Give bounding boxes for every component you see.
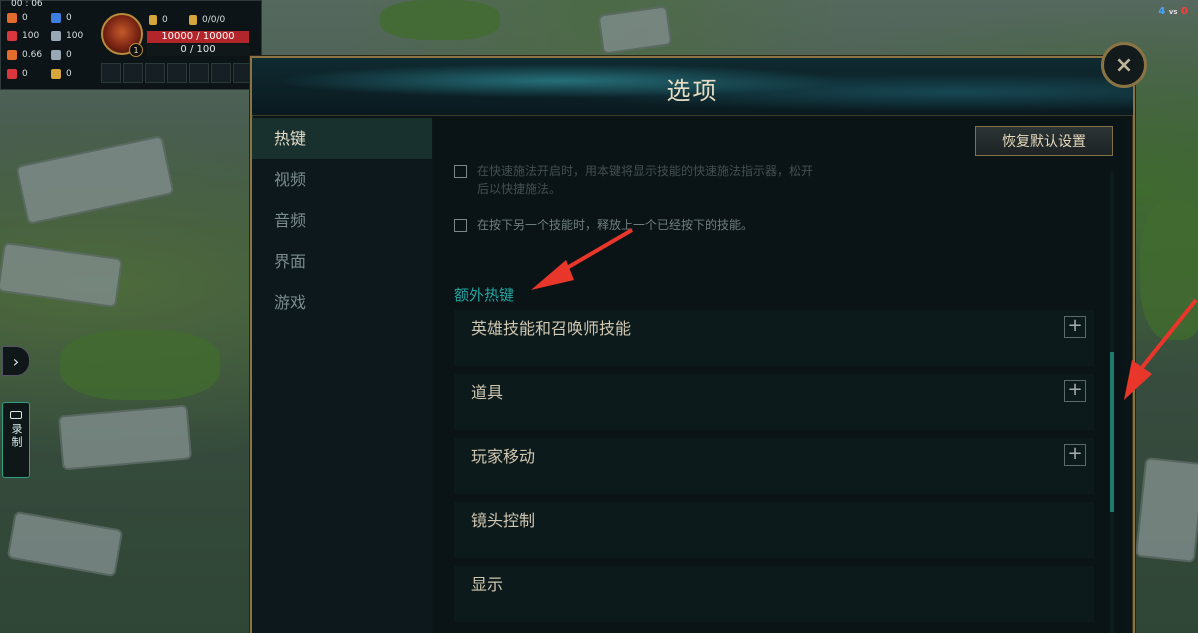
options-dialog: 选项 热键 视频 音频 界面 游戏 恢复默认设置 在快速施法开启时，用本键将显示… [250, 56, 1135, 633]
ability-power-icon [51, 13, 61, 23]
category-row-player-movement[interactable]: 玩家移动 + [454, 438, 1094, 494]
record-label: 录制 [10, 423, 23, 449]
stat-magic-resist: 100 [51, 31, 83, 41]
stat-crit: 0 [7, 69, 28, 79]
expand-plus-icon[interactable]: + [1064, 316, 1086, 338]
dialog-header: 选项 [252, 58, 1133, 116]
score-vs: vs [1168, 8, 1178, 16]
map-stone [57, 404, 193, 471]
game-timer: 00 : 06 [11, 0, 43, 9]
options-nav: 热键 视频 音频 界面 游戏 [252, 118, 432, 633]
mana-bar: 0 / 100 [147, 44, 249, 56]
expand-plus-icon[interactable]: + [1064, 444, 1086, 466]
nav-item-sound[interactable]: 音频 [252, 200, 432, 241]
map-stone [1134, 457, 1198, 563]
category-label: 英雄技能和召唤师技能 [471, 319, 632, 338]
move-speed-icon [51, 69, 61, 79]
option-row: 在按下另一个技能时，释放上一个已经按下的技能。 [454, 216, 753, 234]
map-grass [380, 0, 500, 40]
category-label: 镜头控制 [471, 511, 536, 530]
attack-damage-icon [7, 13, 17, 23]
chevron-right-icon: › [12, 351, 20, 371]
red-team-score: 0 [1181, 6, 1188, 17]
stat-move-speed: 0 [51, 69, 72, 79]
gold-icon [149, 15, 157, 25]
gold-counter: 0 [149, 15, 168, 25]
item-slot[interactable] [123, 63, 143, 83]
category-label: 道具 [471, 383, 504, 402]
category-row-champion-summoner-skills[interactable]: 英雄技能和召唤师技能 + [454, 310, 1094, 366]
option-label: 在快速施法开启时，用本键将显示技能的快速施法指示器，松开后以快捷施法。 [477, 164, 814, 196]
item-slots [101, 63, 253, 83]
champion-level-badge: 1 [129, 43, 143, 57]
health-bar: 10000 / 10000 [147, 31, 249, 43]
nav-item-interface[interactable]: 界面 [252, 241, 432, 282]
expand-plus-icon[interactable]: + [1064, 380, 1086, 402]
magic-resist-icon [51, 31, 61, 41]
nav-item-video[interactable]: 视频 [252, 159, 432, 200]
armor-icon [7, 31, 17, 41]
team-score: 4 vs 0 [1158, 6, 1188, 17]
attack-speed-icon [7, 50, 17, 60]
item-slot[interactable] [211, 63, 231, 83]
hotkeys-panel: 恢复默认设置 在快速施法开启时，用本键将显示技能的快速施法指示器，松开后以快捷施… [434, 118, 1125, 633]
crit-icon [7, 69, 17, 79]
map-grass [60, 330, 220, 400]
option-row: 在快速施法开启时，用本键将显示技能的快速施法指示器，松开后以快捷施法。 [454, 162, 814, 198]
expand-panel-button[interactable]: › [2, 346, 30, 376]
stat-attack-speed: 0.66 [7, 50, 42, 60]
category-row-display[interactable]: 显示 [454, 566, 1094, 622]
stat-armor: 100 [7, 31, 39, 41]
sword-icon [189, 15, 197, 25]
cooldown-icon [51, 50, 61, 60]
nav-item-hotkeys[interactable]: 热键 [252, 118, 432, 159]
item-slot[interactable] [167, 63, 187, 83]
close-dialog-button[interactable]: × [1101, 42, 1147, 88]
item-slot[interactable] [189, 63, 209, 83]
item-slot[interactable] [145, 63, 165, 83]
close-icon: × [1114, 52, 1134, 78]
video-camera-icon [10, 411, 22, 419]
stat-attack-damage: 0 [7, 13, 28, 23]
nav-item-game[interactable]: 游戏 [252, 282, 432, 323]
category-label: 显示 [471, 575, 504, 594]
option-label: 在按下另一个技能时，释放上一个已经按下的技能。 [477, 218, 754, 232]
map-grass [1140, 200, 1198, 340]
option-checkbox[interactable] [454, 165, 467, 178]
blue-team-score: 4 [1158, 6, 1166, 17]
record-button[interactable]: 录制 [2, 402, 30, 478]
restore-defaults-button[interactable]: 恢复默认设置 [975, 126, 1113, 156]
section-title-extra-hotkeys: 额外热键 [454, 286, 515, 304]
dialog-title: 选项 [666, 77, 719, 105]
scrollbar-thumb[interactable] [1110, 352, 1114, 512]
category-row-camera-control[interactable]: 镜头控制 [454, 502, 1094, 558]
champion-stats-hud: 00 : 06 0 100 0.66 0 0 100 0 0 1 0 0/0/0 [0, 0, 262, 90]
category-row-items[interactable]: 道具 + [454, 374, 1094, 430]
kda-counter: 0/0/0 [189, 15, 225, 25]
item-slot[interactable] [101, 63, 121, 83]
stat-ability-power: 0 [51, 13, 72, 23]
option-checkbox[interactable] [454, 219, 467, 232]
stat-cooldown: 0 [51, 50, 72, 60]
category-label: 玩家移动 [471, 447, 536, 466]
